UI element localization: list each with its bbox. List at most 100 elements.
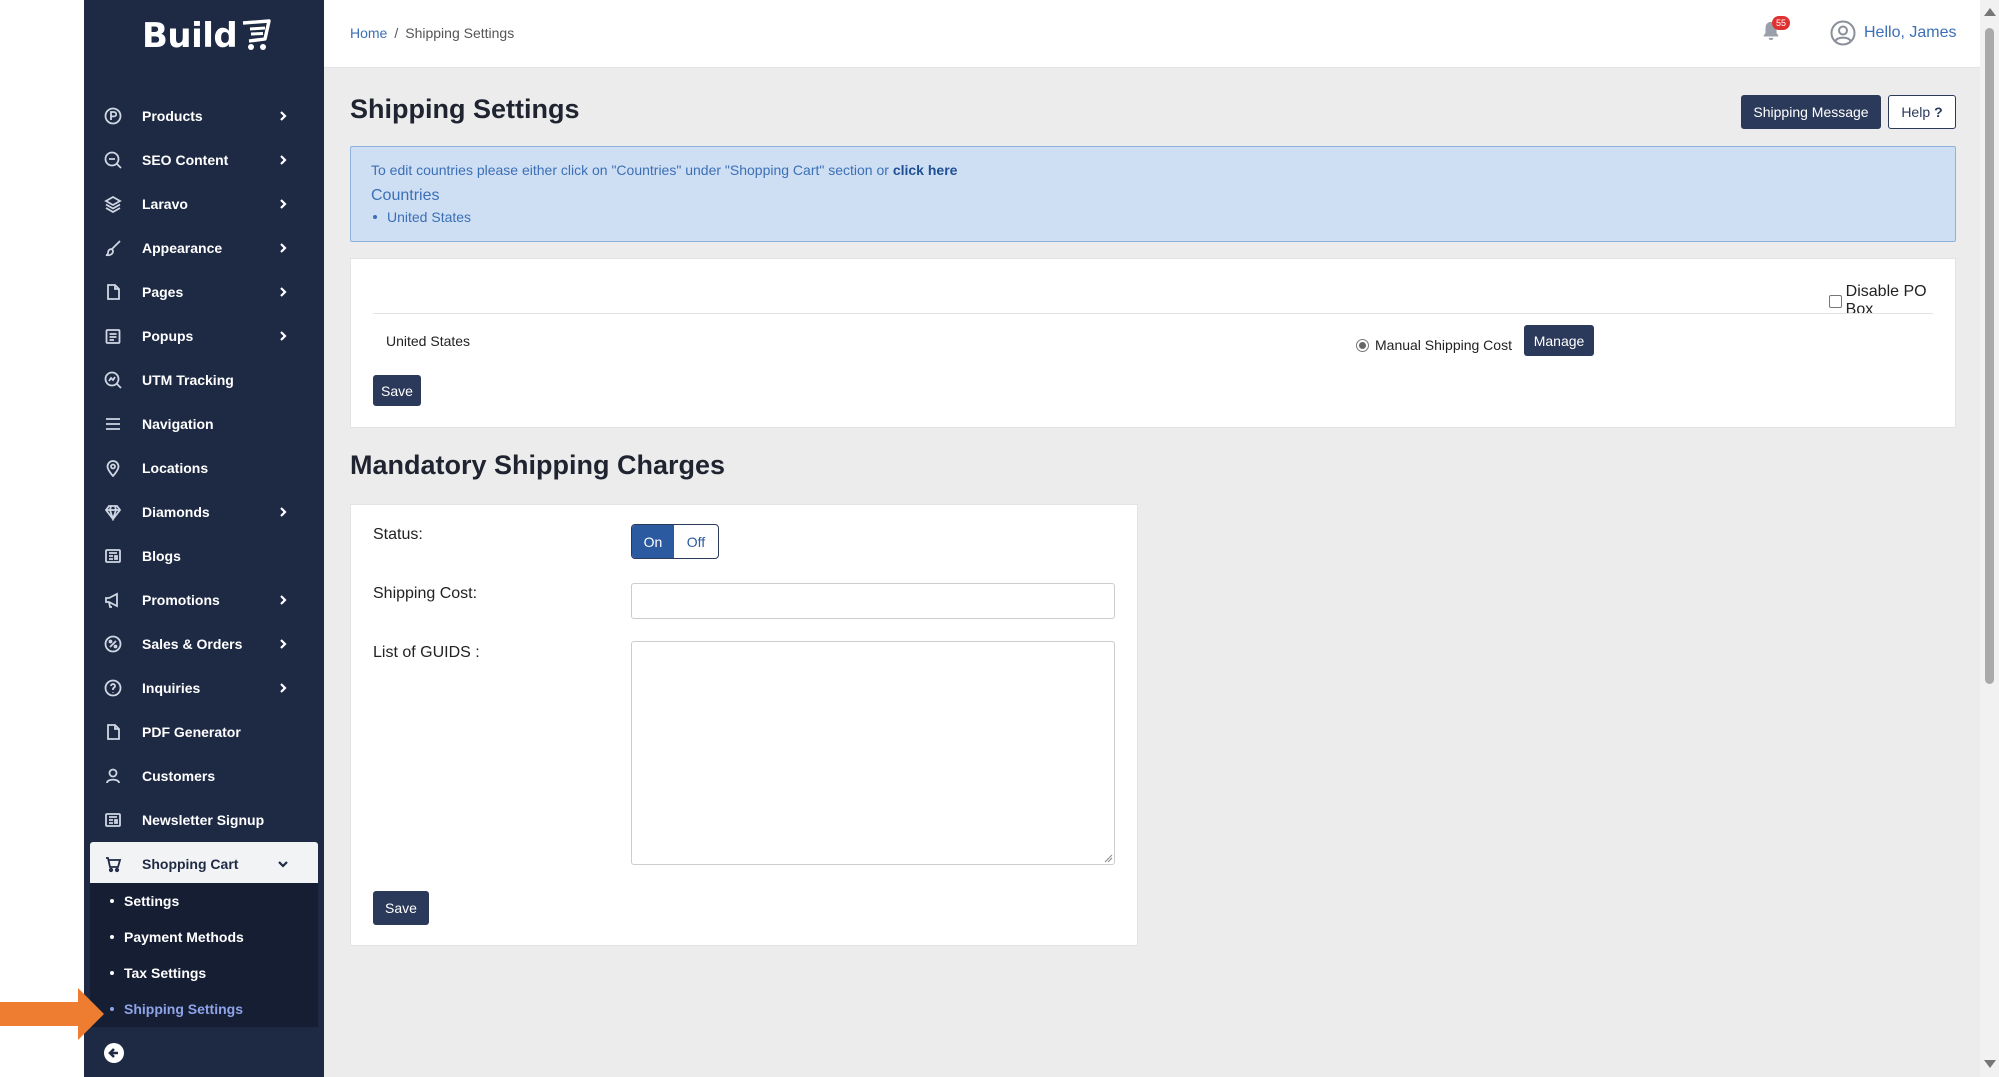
- guids-textarea[interactable]: [631, 641, 1115, 865]
- sidebar-item-newsletter-signup[interactable]: Newsletter Signup: [84, 798, 324, 842]
- layers-icon: [104, 195, 122, 214]
- orange-pointer-arrow: [0, 988, 104, 1040]
- manual-shipping-cost-radio[interactable]: [1356, 338, 1369, 352]
- info-instruction: To edit countries please either click on…: [371, 162, 893, 178]
- sidebar-item-utm-tracking[interactable]: UTM Tracking: [84, 358, 324, 402]
- status-label: Status:: [373, 526, 423, 543]
- sidebar-item-blogs[interactable]: Blogs: [84, 534, 324, 578]
- sidebar-item-label: Customers: [142, 768, 216, 784]
- sidebar-item-pdf-generator[interactable]: PDF Generator: [84, 710, 324, 754]
- sidebar-item-inquiries[interactable]: Inquiries: [84, 666, 324, 710]
- chevron-right-icon: [276, 637, 290, 651]
- user-menu[interactable]: Hello, James: [1830, 20, 1956, 46]
- manual-shipping-cost-option[interactable]: Manual Shipping Cost: [1356, 337, 1512, 353]
- blog-icon: [104, 547, 122, 565]
- radio-selected-dot: [1359, 341, 1366, 349]
- manage-button[interactable]: Manage: [1524, 325, 1594, 356]
- country-name: United States: [386, 333, 471, 349]
- sidebar-item-locations[interactable]: Locations: [84, 446, 324, 490]
- chevron-right-icon: [276, 109, 290, 123]
- help-label: Help: [1901, 104, 1931, 120]
- app-root: Build Products SEO Content Laravo Appearanc…: [0, 0, 1999, 1077]
- cart-logo-icon: [243, 19, 271, 50]
- top-bar: Home / Shipping Settings 55 Hello, James: [324, 0, 1980, 68]
- sidebar-item-laravo[interactable]: Laravo: [84, 182, 324, 226]
- country-list-item: United States: [387, 209, 472, 225]
- shipping-message-button[interactable]: Shipping Message: [1741, 95, 1881, 129]
- save-mandatory-button[interactable]: Save: [373, 891, 429, 925]
- scroll-down-arrow-icon[interactable]: [1984, 1060, 1996, 1068]
- scroll-up-arrow-icon[interactable]: [1984, 8, 1996, 16]
- scrollbar-thumb[interactable]: [1985, 28, 1994, 684]
- chevron-right-icon: [276, 241, 290, 255]
- shipping-cost-input[interactable]: [631, 583, 1115, 619]
- cart-icon: [104, 855, 122, 873]
- status-on-option[interactable]: On: [632, 525, 674, 558]
- brush-icon: [104, 239, 122, 257]
- sidebar-item-promotions[interactable]: Promotions: [84, 578, 324, 622]
- submenu-item-payment-methods[interactable]: Payment Methods: [90, 919, 318, 955]
- sidebar-item-label: Sales & Orders: [142, 636, 243, 652]
- sidebar-item-label: Pages: [142, 284, 184, 300]
- seo-icon: [104, 151, 122, 169]
- manual-shipping-cost-label: Manual Shipping Cost: [1375, 337, 1512, 353]
- countries-info-box: To edit countries please either click on…: [350, 146, 1956, 242]
- sidebar-nav: Products SEO Content Laravo Appearance Pages…: [84, 94, 324, 886]
- sidebar-item-diamonds[interactable]: Diamonds: [84, 490, 324, 534]
- chevron-right-icon: [276, 681, 290, 695]
- save-countries-button[interactable]: Save: [373, 375, 421, 406]
- countries-list: United States: [371, 209, 471, 225]
- help-button[interactable]: Help?: [1888, 95, 1956, 129]
- submenu-item-label: Settings: [124, 893, 180, 909]
- products-icon: [104, 107, 122, 125]
- countries-heading: Countries: [371, 187, 440, 204]
- sidebar-item-label: Shopping Cart: [142, 856, 239, 872]
- shipping-cost-label: Shipping Cost:: [373, 585, 478, 602]
- popup-icon: [104, 327, 122, 345]
- click-here-link[interactable]: click here: [893, 162, 958, 178]
- pdf-icon: [104, 723, 122, 741]
- sidebar-item-shopping-cart[interactable]: Shopping Cart: [90, 842, 318, 886]
- user-avatar-icon: [1830, 20, 1856, 46]
- chevron-right-icon: [276, 593, 290, 607]
- info-text: To edit countries please either click on…: [371, 162, 957, 178]
- sidebar-item-label: Diamonds: [142, 504, 210, 520]
- chevron-right-icon: [276, 153, 290, 167]
- submenu-bullet: [110, 971, 114, 975]
- sidebar-item-products[interactable]: Products: [84, 94, 324, 138]
- chevron-right-icon: [276, 329, 290, 343]
- chevron-right-icon: [276, 505, 290, 519]
- notifications-badge: 55: [1772, 16, 1790, 30]
- question-icon: [104, 679, 122, 697]
- sidebar-item-label: PDF Generator: [142, 724, 241, 740]
- sidebar-item-pages[interactable]: Pages: [84, 270, 324, 314]
- submenu-item-shipping-settings[interactable]: Shipping Settings: [90, 991, 318, 1027]
- submenu-item-settings[interactable]: Settings: [90, 883, 318, 919]
- notifications-button[interactable]: 55: [1760, 16, 1790, 46]
- collapse-sidebar-button[interactable]: [104, 1043, 124, 1063]
- country-shipping-card: Disable PO Box United States Manual Ship…: [350, 258, 1956, 428]
- logo[interactable]: Build: [142, 14, 273, 58]
- resize-grip-icon[interactable]: [1103, 853, 1113, 863]
- sidebar: Build Products SEO Content Laravo Appearanc…: [84, 0, 324, 1077]
- status-toggle[interactable]: On Off: [631, 524, 719, 559]
- status-off-option[interactable]: Off: [674, 525, 718, 558]
- sidebar-item-label: Navigation: [142, 416, 214, 432]
- sidebar-item-seo-content[interactable]: SEO Content: [84, 138, 324, 182]
- sidebar-item-popups[interactable]: Popups: [84, 314, 324, 358]
- sidebar-item-label: Laravo: [142, 196, 188, 212]
- sidebar-item-customers[interactable]: Customers: [84, 754, 324, 798]
- sidebar-item-label: UTM Tracking: [142, 372, 234, 388]
- disable-po-box-checkbox[interactable]: [1829, 294, 1842, 308]
- mandatory-shipping-card: Status: On Off Shipping Cost: List of GU…: [350, 504, 1138, 946]
- sidebar-item-sales-orders[interactable]: Sales & Orders: [84, 622, 324, 666]
- chevron-right-icon: [276, 285, 290, 299]
- page-scrollbar[interactable]: [1980, 0, 1999, 1077]
- sidebar-item-appearance[interactable]: Appearance: [84, 226, 324, 270]
- sidebar-item-navigation[interactable]: Navigation: [84, 402, 324, 446]
- megaphone-icon: [104, 591, 122, 609]
- sidebar-item-label: Newsletter Signup: [142, 812, 265, 828]
- breadcrumb-home-link[interactable]: Home: [350, 25, 387, 41]
- submenu-item-label: Shipping Settings: [124, 1001, 243, 1017]
- submenu-item-tax-settings[interactable]: Tax Settings: [90, 955, 318, 991]
